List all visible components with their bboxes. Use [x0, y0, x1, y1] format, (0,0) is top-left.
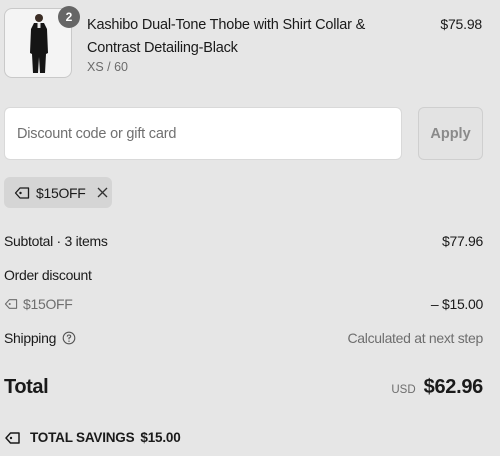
product-price: $75.98	[440, 16, 482, 32]
subtotal-label: Subtotal · 3 items	[4, 233, 108, 249]
tag-icon	[5, 431, 20, 444]
order-discount-label: Order discount	[4, 267, 92, 283]
total-value: $62.96	[423, 376, 484, 398]
shipping-label: Shipping	[4, 330, 57, 346]
apply-button[interactable]: Apply	[418, 107, 483, 160]
quantity-badge: 2	[58, 6, 80, 28]
applied-code-label: $15OFF	[36, 184, 86, 201]
discount-value: – $15.00	[430, 296, 483, 312]
currency-code: USD	[391, 384, 416, 396]
thobe-image	[30, 14, 48, 73]
total-amount-group: USD $62.96	[391, 376, 483, 399]
line-item: 2 Kashibo Dual-Tone Thobe with Shirt Col…	[4, 6, 484, 80]
savings-value: $15.00	[140, 430, 181, 445]
tag-icon	[14, 186, 30, 199]
product-variant: XS / 60	[87, 60, 128, 74]
product-thumbnail: 2	[4, 6, 80, 78]
discount-code-line: $15OFF	[4, 296, 483, 312]
total-savings: TOTAL SAVINGS $15.00	[4, 430, 181, 445]
order-discount-label-row: Order discount	[4, 267, 483, 283]
discount-code-text: $15OFF	[23, 296, 73, 312]
product-name: Kashibo Dual-Tone Thobe with Shirt Colla…	[87, 17, 366, 56]
info-icon[interactable]	[62, 331, 76, 345]
subtotal-value: $77.96	[441, 233, 483, 249]
shipping-row: Shipping Calculated at next step	[4, 330, 483, 346]
total-label: Total	[4, 376, 49, 398]
shipping-value: Calculated at next step	[347, 330, 483, 346]
subtotal-row: Subtotal · 3 items $77.96	[4, 233, 483, 249]
savings-label: TOTAL SAVINGS	[30, 430, 135, 445]
remove-discount-button[interactable]	[96, 186, 110, 200]
applied-discount-chip: $15OFF	[4, 177, 112, 208]
discount-code-input[interactable]	[4, 107, 402, 160]
tag-icon	[4, 299, 18, 309]
order-discount-row: $15OFF – $15.00	[4, 296, 483, 312]
close-icon	[97, 187, 108, 198]
order-summary: 2 Kashibo Dual-Tone Thobe with Shirt Col…	[0, 0, 500, 456]
